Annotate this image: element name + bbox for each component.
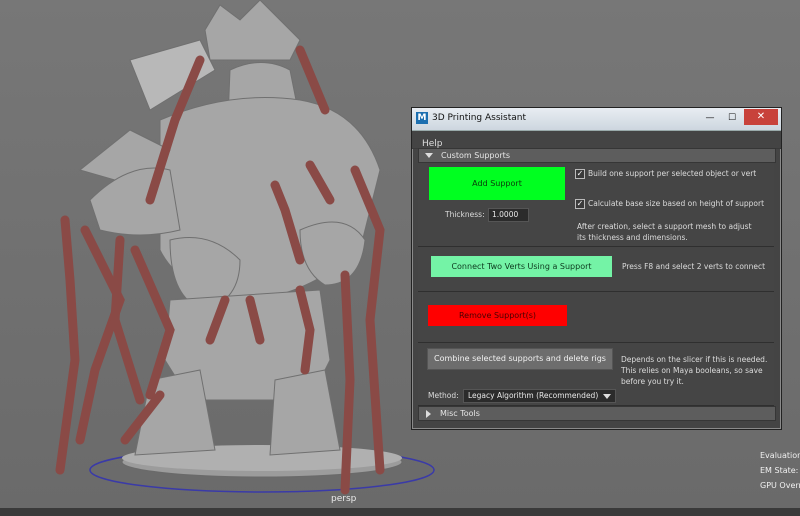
camera-label: persp (331, 494, 357, 504)
window-title: 3D Printing Assistant (432, 113, 526, 123)
after-creation-text-1: After creation, select a support mesh to… (577, 222, 752, 231)
combine-panel: Combine selected supports and delete rig… (418, 343, 774, 406)
thickness-label: Thickness: (445, 210, 485, 219)
thickness-input[interactable]: 1.0000 (488, 208, 529, 222)
custom-supports-header[interactable]: Custom Supports (418, 148, 776, 163)
printing-assistant-window: M 3D Printing Assistant — ☐ ✕ Help Custo… (411, 107, 782, 430)
calc-base-label: Calculate base size based on height of s… (588, 199, 765, 208)
maya-app-icon: M (416, 112, 428, 124)
method-value: Legacy Algorithm (Recommended) (468, 391, 599, 400)
method-dropdown[interactable]: Legacy Algorithm (Recommended) (463, 389, 616, 403)
orc-figure (78, 0, 381, 456)
combine-note-1: Depends on the slicer if this is needed. (621, 355, 768, 364)
status-strip (0, 508, 800, 516)
collapse-arrow-icon (425, 153, 433, 158)
minimize-button[interactable]: — (701, 111, 719, 125)
combine-supports-button[interactable]: Combine selected supports and delete rig… (427, 348, 613, 370)
one-per-object-checkbox[interactable]: ✓ (575, 169, 585, 179)
menu-bar: Help (412, 131, 781, 149)
one-per-object-label: Build one support per selected object or… (588, 169, 757, 178)
misc-tools-label: Misc Tools (440, 409, 480, 418)
add-support-panel: Add Support Thickness: 1.0000 ✓ Build on… (418, 163, 774, 247)
after-creation-text-2: its thickness and dimensions. (577, 233, 688, 242)
remove-panel: Remove Support(s) (418, 292, 774, 343)
window-titlebar[interactable]: M 3D Printing Assistant — ☐ ✕ (412, 108, 781, 131)
hud-evaluation: Evaluation (760, 451, 800, 460)
combine-note-2: This relies on Maya booleans, so save (621, 366, 763, 375)
method-label: Method: (428, 391, 459, 400)
calc-base-checkbox[interactable]: ✓ (575, 199, 585, 209)
maximize-button[interactable]: ☐ (723, 111, 741, 125)
combine-note-3: before you try it. (621, 377, 684, 386)
add-support-button[interactable]: Add Support (429, 167, 565, 200)
hud-em-state: EM State: (760, 466, 799, 475)
close-button[interactable]: ✕ (744, 109, 778, 125)
remove-support-button[interactable]: Remove Support(s) (428, 305, 567, 326)
hud-gpu-override: GPU Overr (760, 481, 800, 490)
misc-tools-header[interactable]: Misc Tools (418, 406, 776, 421)
custom-supports-label: Custom Supports (441, 151, 510, 160)
expand-arrow-icon (426, 409, 431, 418)
connect-panel: Connect Two Verts Using a Support Press … (418, 247, 774, 292)
connect-hint: Press F8 and select 2 verts to connect (622, 262, 766, 271)
chevron-down-icon (603, 394, 611, 399)
connect-two-verts-button[interactable]: Connect Two Verts Using a Support (431, 256, 612, 277)
